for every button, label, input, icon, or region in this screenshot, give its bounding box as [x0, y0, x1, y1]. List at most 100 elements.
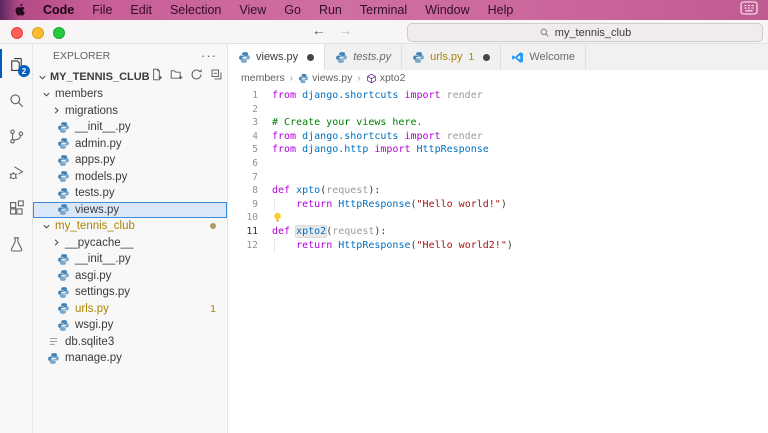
breadcrumb-separator: ›: [357, 72, 361, 84]
menu-item[interactable]: Run: [310, 3, 351, 17]
tree-item[interactable]: __init__.py: [33, 119, 227, 136]
breadcrumb-label: views.py: [312, 72, 353, 84]
navigate-back-button[interactable]: ←: [312, 23, 326, 38]
tree-item[interactable]: __init__.py: [33, 251, 227, 268]
menu-item[interactable]: Code: [34, 3, 83, 17]
tree-item[interactable]: views.py: [33, 201, 227, 218]
code-line[interactable]: 3 # Create your views here.: [228, 116, 768, 130]
tree-item[interactable]: migrations: [33, 103, 227, 120]
sidebar-item-search[interactable]: [0, 82, 32, 118]
breadcrumb-item[interactable]: views.py: [298, 72, 352, 84]
tree-item[interactable]: db.sqlite3: [33, 334, 227, 351]
menu-item[interactable]: File: [83, 3, 121, 17]
python-file-icon: [57, 170, 70, 183]
maximize-window-button[interactable]: [53, 27, 65, 39]
code-line[interactable]: 7: [228, 171, 768, 185]
collapse-all-icon[interactable]: [210, 68, 223, 86]
python-file-icon: [57, 302, 70, 315]
tree-item[interactable]: my_tennis_club: [33, 218, 227, 235]
breadcrumb-label: xpto2: [379, 72, 406, 84]
line-number: 7: [252, 171, 258, 183]
menu-item[interactable]: Selection: [161, 3, 230, 17]
tree-item-label: admin.py: [75, 137, 122, 150]
tree-item[interactable]: asgi.py: [33, 268, 227, 285]
breadcrumb-item[interactable]: xpto2: [366, 72, 406, 84]
line-number: 11: [246, 225, 258, 237]
breadcrumb-separator: ›: [289, 72, 294, 84]
code-line[interactable]: 6: [228, 157, 768, 171]
tree-item[interactable]: tests.py: [33, 185, 227, 202]
menu-item[interactable]: Terminal: [351, 3, 416, 17]
refresh-icon[interactable]: [190, 68, 203, 86]
tree-item[interactable]: wsgi.py: [33, 317, 227, 334]
editor-tab[interactable]: urls.py 1: [402, 44, 502, 70]
tree-item-label: db.sqlite3: [65, 335, 115, 348]
tree-item[interactable]: admin.py: [33, 136, 227, 153]
tree-item[interactable]: manage.py: [33, 350, 227, 367]
code-line[interactable]: 10: [228, 211, 768, 225]
apple-logo-icon[interactable]: [14, 3, 28, 18]
tree-item[interactable]: models.py: [33, 169, 227, 186]
minimize-window-button[interactable]: [32, 27, 44, 39]
breadcrumb-label: members: [241, 72, 285, 84]
sidebar-item-run-debug[interactable]: [0, 154, 32, 190]
explorer-badge: 2: [18, 65, 30, 77]
command-center-search[interactable]: my_tennis_club: [407, 23, 763, 42]
editor-tab[interactable]: tests.py: [325, 44, 403, 70]
python-file-icon: [57, 154, 70, 167]
method-symbol-icon: [366, 73, 377, 84]
menu-item[interactable]: View: [230, 3, 275, 17]
more-actions-icon[interactable]: ···: [201, 49, 217, 62]
menu-item[interactable]: Help: [479, 3, 523, 17]
sidebar-item-source-control[interactable]: [0, 118, 32, 154]
editor-tab[interactable]: views.py: [228, 44, 326, 70]
sidebar-item-explorer[interactable]: 2: [0, 46, 32, 82]
window-title-bar: ← → my_tennis_club: [0, 20, 768, 44]
code-line[interactable]: 8 def xpto(request):: [228, 184, 768, 198]
macos-menu-bar: Code File Edit Selection View Go Run Terminal Wi…: [0, 0, 768, 20]
tree-item[interactable]: __pycache__: [33, 235, 227, 252]
line-number: 3: [252, 117, 258, 129]
sidebar-item-testing[interactable]: [0, 226, 32, 262]
new-file-icon[interactable]: [150, 68, 163, 86]
editor-tab[interactable]: Welcome: [501, 44, 586, 70]
tree-item[interactable]: apps.py: [33, 152, 227, 169]
search-icon: [7, 91, 26, 110]
vscode-window: Code File Edit Selection View Go Run Terminal Wi…: [0, 0, 768, 433]
code-line[interactable]: 1 from django.shortcuts import render: [228, 89, 768, 103]
menu-item[interactable]: Go: [275, 3, 310, 17]
close-window-button[interactable]: [11, 27, 23, 39]
tree-item[interactable]: members: [33, 86, 227, 103]
new-folder-icon[interactable]: [170, 68, 183, 86]
menu-item[interactable]: Window: [416, 3, 478, 17]
code-line[interactable]: 4 from django.shortcuts import render: [228, 130, 768, 144]
tree-item-label: my_tennis_club: [55, 220, 135, 233]
testing-beaker-icon: [7, 235, 26, 254]
tree-item-label: members: [55, 88, 103, 101]
menubar-status-icon[interactable]: [740, 0, 758, 20]
code-line[interactable]: 11 def xpto2(request):: [228, 225, 768, 239]
tree-item-label: __init__.py: [75, 253, 131, 266]
code-editor[interactable]: 1 from django.shortcuts import render 2 …: [228, 86, 768, 433]
code-line[interactable]: 12 return HttpResponse("Hello world2!"): [228, 238, 768, 253]
code-line[interactable]: 5 from django.http import HttpResponse: [228, 143, 768, 157]
code-line[interactable]: 2: [228, 103, 768, 117]
breadcrumb-item[interactable]: members: [241, 72, 285, 84]
breadcrumb: members › views.py › xpto2: [228, 70, 768, 86]
code-line[interactable]: 9 return HttpResponse("Hello world!"): [228, 197, 768, 212]
code-text: return HttpResponse("Hello world2!"): [296, 239, 513, 251]
explorer-section-header[interactable]: MY_TENNIS_CLUB: [33, 68, 227, 86]
tree-item-label: settings.py: [75, 286, 130, 299]
tree-item[interactable]: urls.py 1: [33, 301, 227, 318]
sidebar-item-extensions[interactable]: [0, 190, 32, 226]
code-text: from django.shortcuts import render: [272, 90, 483, 101]
tree-item[interactable]: settings.py: [33, 284, 227, 301]
navigate-forward-button[interactable]: →: [339, 23, 353, 38]
explorer-title: EXPLORER: [53, 50, 111, 62]
line-number: 6: [252, 157, 258, 169]
code-text: # Create your views here.: [272, 117, 423, 129]
tree-item-label: __init__.py: [75, 121, 131, 134]
menu-item[interactable]: Edit: [121, 3, 161, 17]
